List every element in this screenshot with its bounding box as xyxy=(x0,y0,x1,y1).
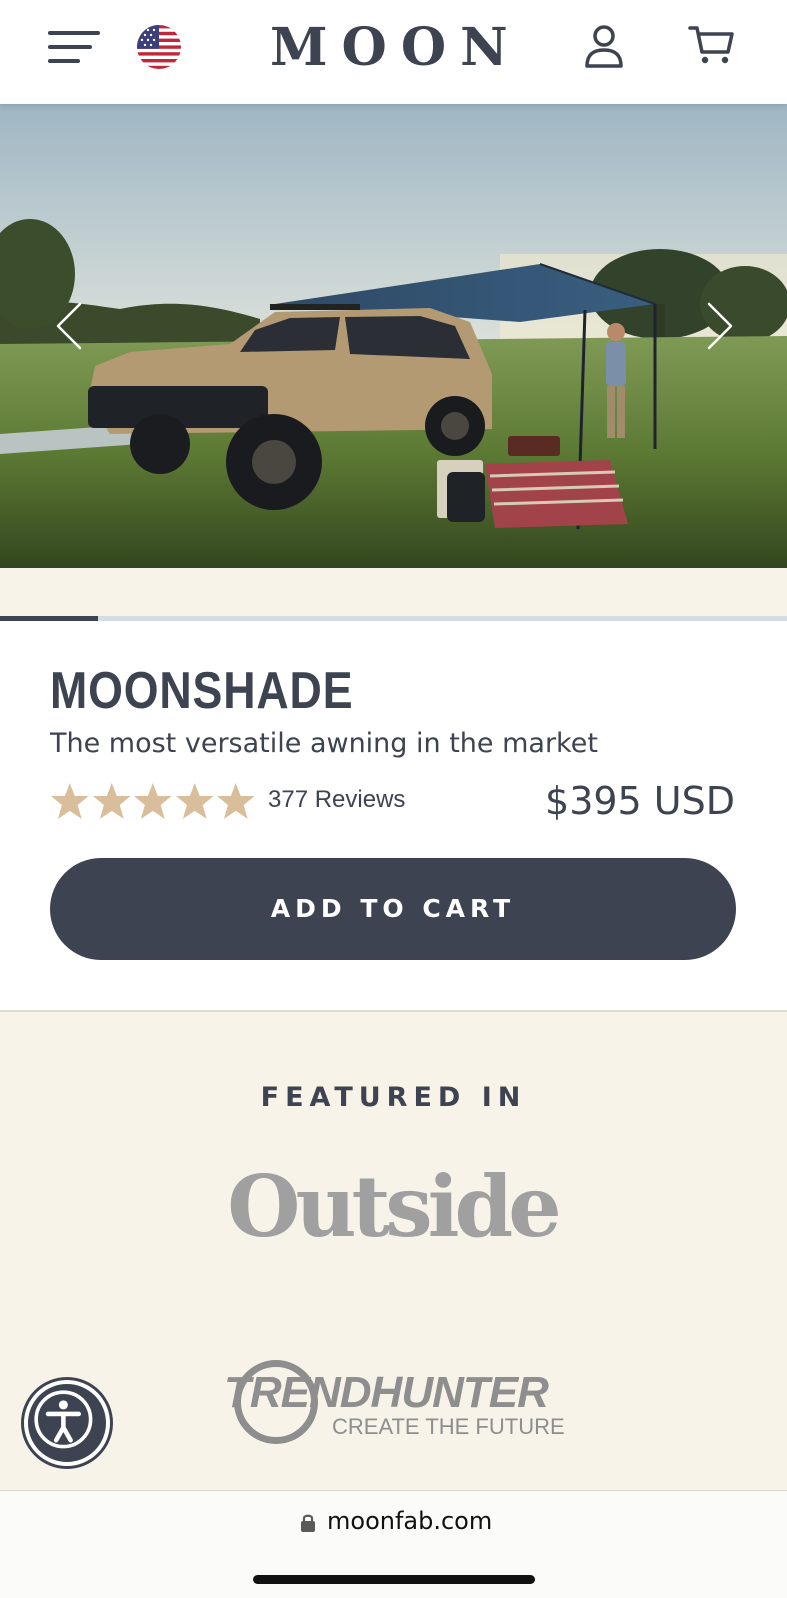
star-icon xyxy=(175,783,214,819)
star-rating[interactable] xyxy=(50,781,256,823)
trendhunter-tagline: CREATE THE FUTURE xyxy=(332,1414,565,1439)
trendhunter-logo: TRENDHUNTER CREATE THE FUTURE xyxy=(222,1358,567,1448)
product-title: MOONSHADE xyxy=(50,662,354,720)
star-icon xyxy=(92,783,131,819)
url-text[interactable]: moonfab.com xyxy=(327,1507,492,1535)
lock-icon xyxy=(301,1514,315,1532)
hero-photo xyxy=(0,104,787,568)
product-subtitle: The most versatile awning in the market xyxy=(50,728,598,759)
star-icon xyxy=(217,783,255,819)
site-header: MOON xyxy=(0,0,787,104)
accessibility-icon[interactable] xyxy=(24,1380,110,1466)
home-indicator[interactable] xyxy=(253,1575,535,1584)
star-icon xyxy=(50,783,89,819)
product-info: MOONSHADE The most versatile awning in t… xyxy=(0,621,787,1012)
product-price: $395 USD xyxy=(545,779,735,823)
carousel-next-chevron-right-icon[interactable] xyxy=(703,300,737,352)
outside-logo: Outside xyxy=(227,1157,561,1256)
add-to-cart-button[interactable]: ADD TO CART xyxy=(50,858,736,960)
hamburger-menu-icon[interactable] xyxy=(48,27,102,67)
us-flag-icon[interactable] xyxy=(137,25,181,69)
reviews-link[interactable]: 377 Reviews xyxy=(268,786,405,814)
user-account-icon[interactable] xyxy=(580,22,628,70)
hero-image[interactable] xyxy=(0,104,787,568)
trendhunter-wordmark: TRENDHUNTER xyxy=(224,1368,549,1417)
featured-in-heading: FEATURED IN xyxy=(260,1082,527,1113)
browser-address-bar: moonfab.com xyxy=(0,1490,787,1598)
star-icon xyxy=(134,783,172,819)
brand-logo[interactable]: MOON xyxy=(270,16,514,80)
hero-caption-band xyxy=(0,568,787,616)
shopping-cart-icon[interactable] xyxy=(688,22,736,70)
carousel-prev-chevron-left-icon[interactable] xyxy=(52,300,86,352)
